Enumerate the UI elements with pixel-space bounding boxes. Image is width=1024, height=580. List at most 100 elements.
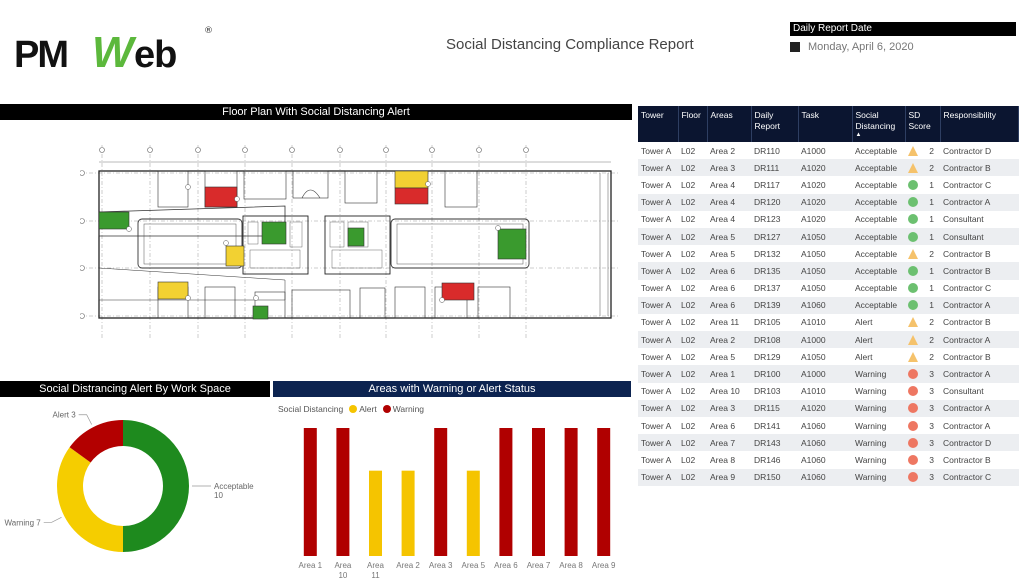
- sort-ascending-icon[interactable]: ▲: [856, 132, 902, 138]
- col-floor[interactable]: Floor: [678, 106, 708, 142]
- room-green[interactable]: [252, 305, 269, 320]
- cell-responsibility: Contractor B: [943, 351, 991, 362]
- donut-leader-line: [78, 414, 92, 425]
- col-tower[interactable]: Tower: [638, 106, 679, 142]
- cell-floor: L02: [678, 262, 707, 280]
- cell-area: Area 8: [710, 454, 736, 465]
- bar-chart: Social Distancing Alert Warning Area 1 Ar…: [272, 396, 636, 580]
- x-tick-label: Area: [367, 561, 384, 570]
- donut-slice-warning[interactable]: [57, 447, 123, 552]
- cell-floor: L02: [678, 296, 707, 314]
- room-green[interactable]: [497, 228, 527, 260]
- date-slicer-value[interactable]: Monday, April 6, 2020: [790, 41, 1016, 53]
- score-value: 3: [929, 472, 934, 483]
- cell-sd-score: 1: [905, 193, 940, 211]
- cell-daily-report: DR103: [754, 386, 781, 397]
- room-yellow[interactable]: [394, 170, 429, 189]
- cell-task: A1020: [798, 159, 852, 177]
- green-circle-icon: [908, 214, 918, 225]
- cell-social-distancing: Acceptable: [855, 248, 898, 259]
- table-row[interactable]: Tower A L02 Area 6 DR141 A1060 Warning 3 Contra…: [638, 417, 1019, 434]
- col-areas[interactable]: Areas: [707, 106, 752, 142]
- room-green[interactable]: [261, 221, 287, 245]
- table-row[interactable]: Tower A L02 Area 1 DR100 A1000 Warning 3 Contra…: [638, 365, 1019, 383]
- bar-alert[interactable]: [401, 470, 415, 556]
- cell-social-distancing: Acceptable: [855, 145, 898, 156]
- cell-floor: L02: [678, 193, 707, 211]
- bar-warning[interactable]: [303, 428, 317, 556]
- bar-warning[interactable]: [434, 428, 448, 556]
- cell-floor: L02: [681, 248, 696, 259]
- bar-alert[interactable]: [369, 470, 382, 556]
- room-yellow[interactable]: [225, 245, 245, 267]
- table-row[interactable]: Tower A L02 Area 3 DR115 A1020 Warning 3 Contra…: [638, 399, 1019, 417]
- cell-tower: Tower A: [641, 283, 672, 294]
- cell-task: A1050: [801, 283, 826, 294]
- table-row[interactable]: Tower A L02 Area 4 DR123 A1020 Acceptable 1 Con…: [638, 211, 1019, 228]
- cell-tower: Tower A: [641, 145, 672, 156]
- cell-tower: Tower A: [638, 159, 678, 177]
- table-row[interactable]: Tower A L02 Area 6 DR135 A1050 Acceptable 1 Con…: [638, 262, 1019, 280]
- table-row[interactable]: Tower A L02 Area 5 DR132 A1050 Acceptable 2 Con…: [638, 245, 1019, 262]
- bar-warning[interactable]: [564, 428, 578, 556]
- room-green[interactable]: [98, 211, 130, 230]
- col-task[interactable]: Task: [798, 106, 853, 142]
- room-red[interactable]: [204, 186, 238, 208]
- table-row[interactable]: Tower A L02 Area 10 DR103 A1010 Warning 3 Consu…: [638, 383, 1019, 400]
- cell-tower: Tower A: [641, 248, 672, 259]
- bar-alert[interactable]: [466, 470, 480, 556]
- donut-leader-line: [43, 517, 62, 523]
- table-header-row: Tower Floor Areas Daily Report Task Soci…: [638, 106, 1019, 142]
- table-row[interactable]: Tower A L02 Area 4 DR117 A1020 Acceptable 1 Con…: [638, 176, 1019, 193]
- cell-task: A1060: [798, 296, 852, 314]
- table-row[interactable]: Tower A L02 Area 8 DR146 A1060 Warning 3 Contra…: [638, 451, 1019, 468]
- table-row[interactable]: Tower A L02 Area 9 DR150 A1060 Warning 3 Contra…: [638, 468, 1019, 486]
- col-responsibility[interactable]: Responsibility: [940, 106, 1019, 142]
- table-row[interactable]: Tower A L02 Area 2 DR108 A1000 Alert 2 Contract…: [638, 331, 1019, 349]
- room-green[interactable]: [347, 227, 365, 247]
- cell-social-distancing: Acceptable: [855, 179, 898, 190]
- score-value: 1: [929, 283, 934, 294]
- table-row[interactable]: Tower A L02 Area 6 DR139 A1060 Acceptable 1 Con…: [638, 296, 1019, 314]
- score-value: 2: [929, 145, 934, 156]
- table-row[interactable]: Tower A L02 Area 2 DR110 A1000 Acceptable 2 Con…: [638, 142, 1019, 159]
- compliance-table[interactable]: Tower Floor Areas Daily Report Task Soci…: [638, 106, 1019, 486]
- cell-social-distancing: Warning: [852, 468, 905, 486]
- table-row[interactable]: Tower A L02 Area 5 DR127 A1050 Acceptable 1 Con…: [638, 227, 1019, 246]
- col-social-distancing[interactable]: Social Distancing ▲: [852, 106, 906, 142]
- bar-warning[interactable]: [336, 428, 350, 556]
- cell-area: Area 6: [707, 262, 751, 280]
- donut-slice-acceptable[interactable]: [123, 420, 189, 552]
- cell-responsibility: Contractor B: [943, 317, 991, 328]
- bar-warning[interactable]: [499, 428, 513, 556]
- room-red[interactable]: [394, 187, 429, 205]
- cell-sd-score: 2: [905, 314, 940, 331]
- room-yellow[interactable]: [157, 281, 189, 300]
- table-row[interactable]: Tower A L02 Area 11 DR105 A1010 Alert 2 Contrac…: [638, 314, 1019, 331]
- table-row[interactable]: Tower A L02 Area 7 DR143 A1060 Warning 3 Contra…: [638, 434, 1019, 452]
- room-red[interactable]: [441, 282, 475, 301]
- table-row[interactable]: Tower A L02 Area 4 DR120 A1020 Acceptable 1 Con…: [638, 193, 1019, 211]
- col-sd-score[interactable]: SD Score: [905, 106, 941, 142]
- cell-task: A1000: [798, 365, 852, 383]
- cell-sd-score: 1: [905, 211, 940, 228]
- cell-responsibility: Consultant: [943, 386, 984, 397]
- score-value: 3: [929, 369, 934, 380]
- legend-alert[interactable]: Alert: [359, 404, 376, 414]
- checkbox-icon[interactable]: [790, 42, 800, 52]
- col-daily-report[interactable]: Daily Report: [751, 106, 799, 142]
- cell-responsibility: Contractor A: [940, 365, 1019, 383]
- donut-value-acceptable: 10: [214, 491, 223, 500]
- table-row[interactable]: Tower A L02 Area 5 DR129 A1050 Alert 2 Contract…: [638, 348, 1019, 365]
- cell-daily-report: DR105: [754, 317, 781, 328]
- bar-warning[interactable]: [597, 428, 611, 556]
- cell-floor: L02: [681, 386, 696, 397]
- cell-area: Area 1: [707, 365, 751, 383]
- daily-report-date-slicer[interactable]: Daily Report Date Monday, April 6, 2020: [790, 22, 1016, 53]
- bar-warning[interactable]: [532, 428, 545, 556]
- table-row[interactable]: Tower A L02 Area 3 DR111 A1020 Acceptable 2 Con…: [638, 159, 1019, 177]
- cell-task: A1060: [798, 434, 852, 452]
- floor-plan[interactable]: [80, 140, 620, 340]
- table-row[interactable]: Tower A L02 Area 6 DR137 A1050 Acceptable 1 Con…: [638, 280, 1019, 297]
- legend-warning[interactable]: Warning: [393, 404, 424, 414]
